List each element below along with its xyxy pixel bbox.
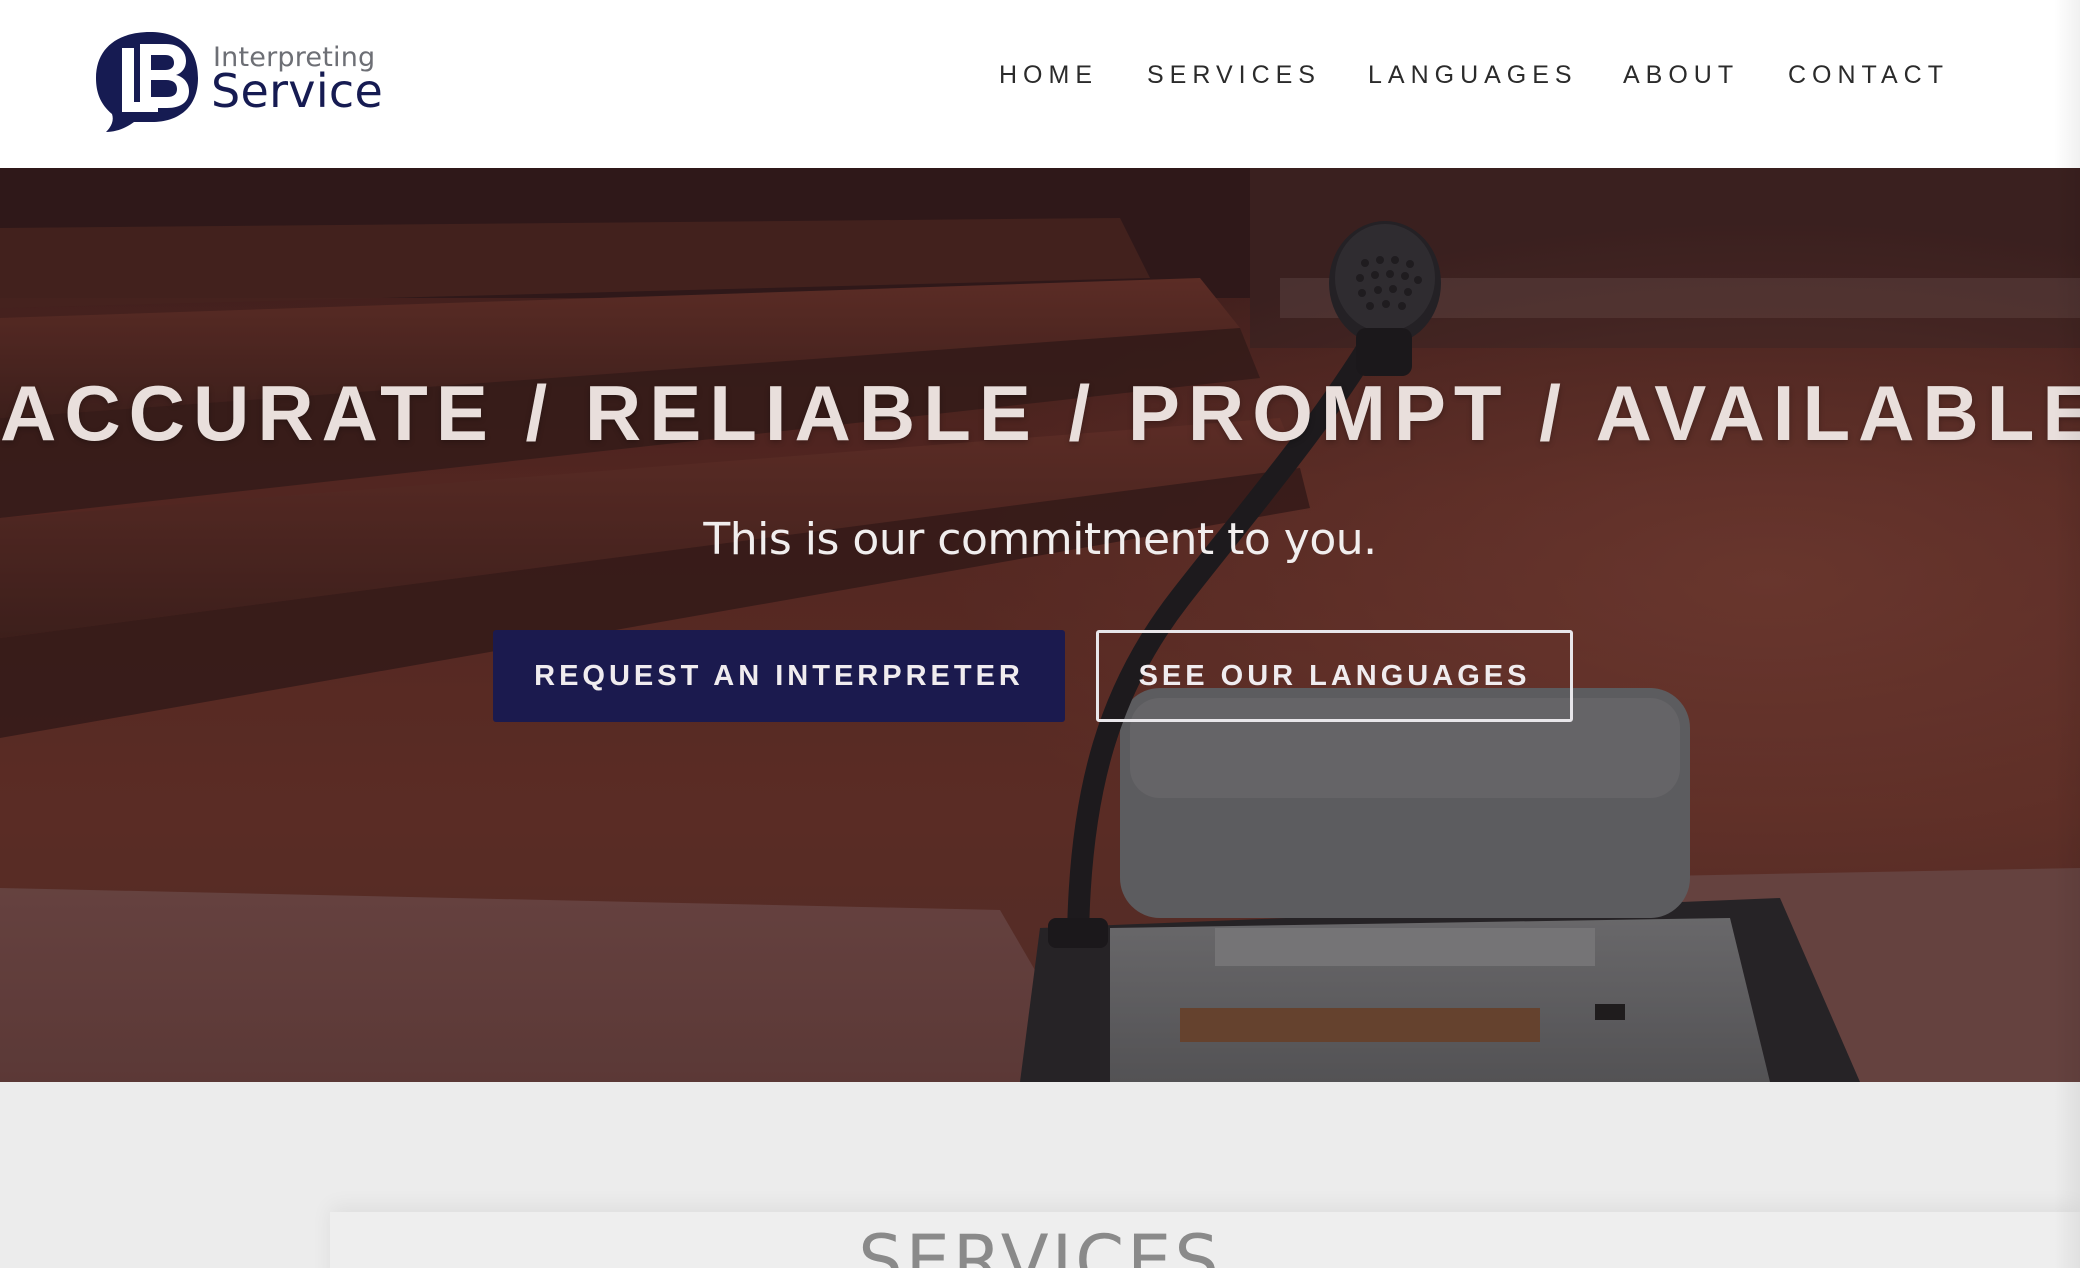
nav-about[interactable]: ABOUT	[1623, 61, 1739, 90]
site-header: Interpreting Service HOME SERVICES LANGU…	[0, 0, 2080, 168]
services-section: SERVICES	[0, 1082, 2080, 1268]
nav-home[interactable]: HOME	[999, 61, 1098, 90]
hero-subtitle: This is our commitment to you.	[703, 514, 1377, 565]
request-interpreter-button[interactable]: REQUEST AN INTERPRETER	[493, 630, 1065, 722]
main-nav: HOME SERVICES LANGUAGES ABOUT CONTACT	[0, 61, 2080, 101]
hero-background-image	[0, 168, 2080, 1082]
see-languages-button[interactable]: SEE OUR LANGUAGES	[1096, 630, 1573, 722]
nav-services[interactable]: SERVICES	[1147, 61, 1321, 90]
nav-contact[interactable]: CONTACT	[1788, 61, 1949, 90]
page: Interpreting Service HOME SERVICES LANGU…	[0, 0, 2080, 1268]
services-heading: SERVICES	[858, 1220, 1222, 1268]
nav-languages[interactable]: LANGUAGES	[1368, 61, 1578, 90]
hero-section: ACCURATE / RELIABLE / PROMPT / AVAILABLE…	[0, 168, 2080, 1082]
hero-title: ACCURATE / RELIABLE / PROMPT / AVAILABLE	[0, 369, 2080, 457]
